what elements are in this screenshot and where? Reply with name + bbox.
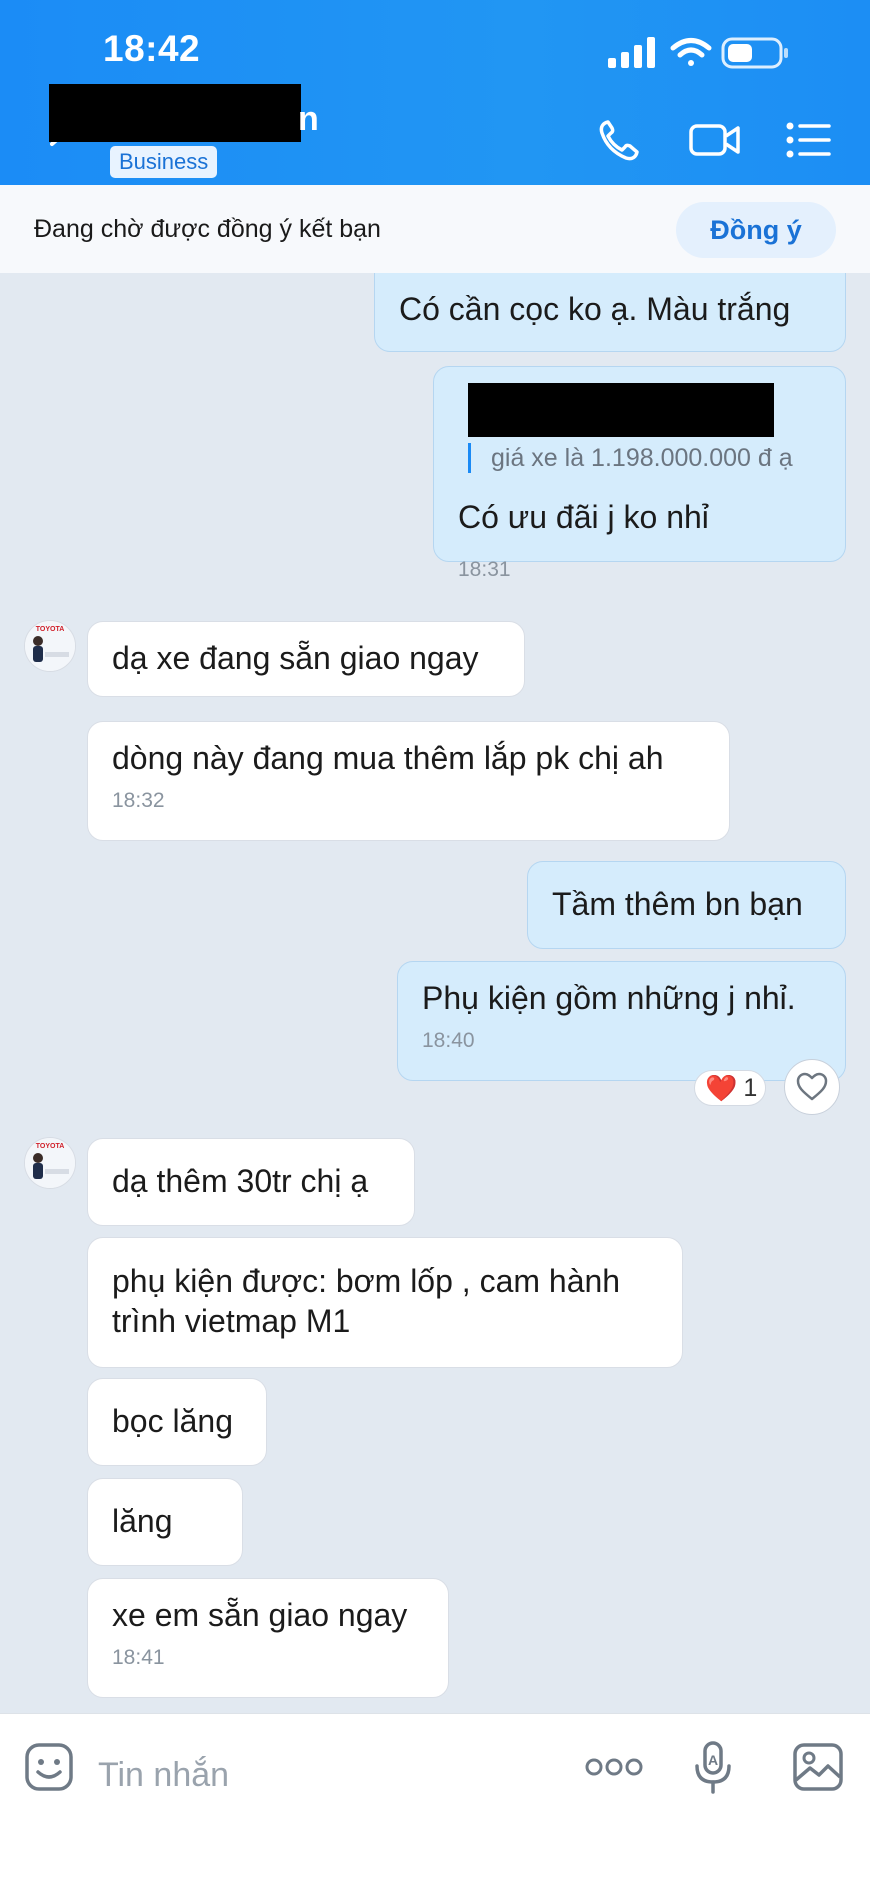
status-time: 18:42 (103, 28, 201, 69)
message-bubble-outgoing[interactable]: Tầm thêm bn bạn (527, 861, 846, 949)
heart-outline-icon (796, 1072, 828, 1101)
heart-reaction-icon: ❤️ (705, 1072, 738, 1103)
wifi-icon (670, 38, 712, 66)
contact-name-tail: n (298, 100, 319, 138)
contact-name-redacted[interactable] (49, 84, 301, 142)
message-text: Phụ kiện gồm những j nhỉ. (422, 980, 796, 1016)
menu-list-icon[interactable] (784, 116, 834, 164)
message-bubble-incoming[interactable]: xe em sẵn giao ngay 18:41 (87, 1578, 449, 1698)
react-heart-button[interactable] (784, 1059, 840, 1115)
message-text: Tầm thêm bn bạn (552, 886, 803, 922)
avatar-brand-text: TOYOTA (36, 626, 65, 633)
avatar[interactable]: TOYOTA (24, 1137, 76, 1189)
message-bubble-incoming[interactable]: lăng (87, 1478, 243, 1566)
message-time: 18:31 (458, 558, 511, 581)
message-text: dạ thêm 30tr chị ạ (112, 1163, 369, 1199)
message-list[interactable]: Có cần cọc ko ạ. Màu trắng giá xe là 1.1… (0, 273, 870, 1713)
avatar-image: TOYOTA (25, 1138, 75, 1188)
signal-icon (608, 37, 655, 68)
friend-request-text: Đang chờ được đồng ý kết bạn (34, 215, 381, 243)
message-text: xe em sẵn giao ngay (112, 1597, 408, 1633)
message-bubble-incoming[interactable]: dòng này đang mua thêm lắp pk chị ah 18:… (87, 721, 730, 841)
message-input[interactable] (96, 1744, 540, 1806)
message-composer: A (0, 1713, 870, 1884)
message-bubble-incoming[interactable]: phụ kiện được: bơm lốp , cam hành trình … (87, 1237, 683, 1368)
message-time: 18:41 (112, 1646, 165, 1669)
voice-to-text-icon[interactable]: A (692, 1740, 736, 1796)
message-text: lăng (112, 1503, 173, 1539)
message-bubble-outgoing[interactable]: Phụ kiện gồm những j nhỉ. 18:40 (397, 961, 846, 1081)
message-text: dạ xe đang sẵn giao ngay (112, 640, 479, 676)
business-badge: Business (110, 146, 218, 178)
avatar-brand-text: TOYOTA (36, 1143, 65, 1150)
message-text: bọc lăng (112, 1403, 233, 1439)
chat-header: 18:42 n Business (0, 0, 870, 185)
avatar[interactable]: TOYOTA (24, 620, 76, 672)
svg-text:A: A (708, 1752, 718, 1768)
quoted-message[interactable]: giá xe là 1.198.000.000 đ ạ (468, 443, 821, 473)
message-time: 18:40 (422, 1029, 475, 1052)
message-text: Có ưu đãi j ko nhỉ (458, 499, 709, 535)
message-text: phụ kiện được: bơm lốp , cam hành trình … (112, 1263, 621, 1339)
phone-icon[interactable] (594, 116, 644, 164)
reaction-summary[interactable]: ❤️ 1 (694, 1070, 766, 1106)
more-icon[interactable] (584, 1756, 644, 1778)
message-bubble-outgoing[interactable]: giá xe là 1.198.000.000 đ ạ Có ưu đãi j … (433, 366, 846, 581)
image-icon[interactable] (792, 1742, 844, 1792)
message-text: Có cần cọc ko ạ. Màu trắng (399, 291, 791, 327)
reaction-count: 1 (743, 1073, 758, 1102)
message-time: 18:32 (112, 789, 165, 812)
accept-friend-button[interactable]: Đồng ý (676, 202, 836, 258)
message-bubble-incoming[interactable]: dạ xe đang sẵn giao ngay (87, 621, 525, 697)
battery-icon (721, 37, 788, 69)
friend-request-bar: Đang chờ được đồng ý kết bạn Đồng ý (0, 185, 870, 273)
message-text: dòng này đang mua thêm lắp pk chị ah (112, 740, 664, 776)
sticker-icon[interactable] (24, 1742, 74, 1792)
quoted-sender-redacted (468, 383, 774, 437)
video-call-icon[interactable] (688, 116, 742, 164)
message-bubble-incoming[interactable]: bọc lăng (87, 1378, 267, 1466)
message-bubble-incoming[interactable]: dạ thêm 30tr chị ạ (87, 1138, 415, 1226)
message-bubble-outgoing[interactable]: Có cần cọc ko ạ. Màu trắng (374, 273, 846, 352)
status-icons (608, 37, 788, 69)
avatar-image: TOYOTA (25, 621, 75, 671)
